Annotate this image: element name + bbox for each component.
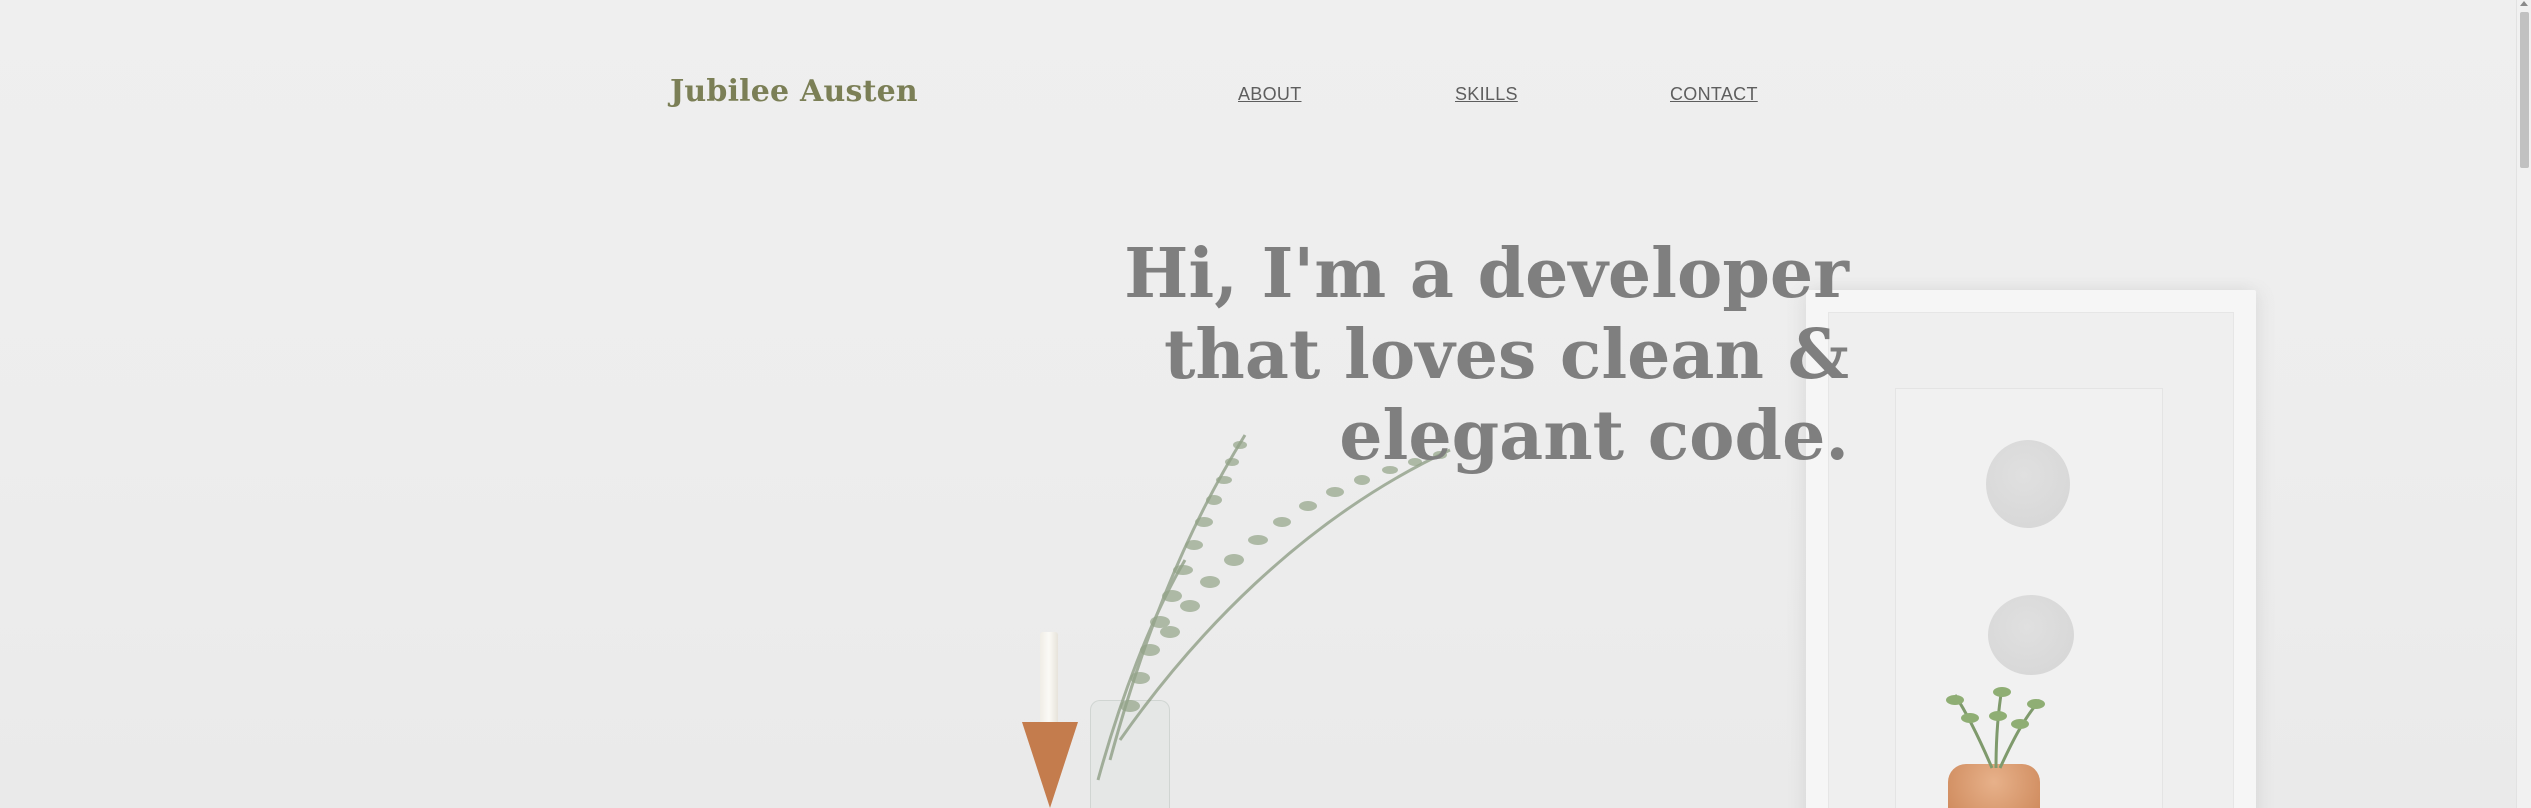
site-logo[interactable]: Jubilee Austen — [670, 74, 918, 109]
nav-link-contact[interactable]: CONTACT — [1670, 84, 1758, 105]
page: Jubilee Austen ABOUT SKILLS CONTACT Hi, … — [0, 0, 2531, 808]
hero-line: Hi, I'm a developer — [1124, 233, 1849, 314]
scroll-up-arrow-icon[interactable] — [2520, 1, 2528, 6]
glass-vase — [1090, 700, 1170, 808]
candle — [1040, 632, 1058, 722]
nav-link-about[interactable]: ABOUT — [1238, 84, 1302, 105]
scrollbar-thumb[interactable] — [2520, 12, 2529, 168]
candle-holder — [1022, 722, 1078, 808]
copper-pot — [1948, 764, 2040, 808]
vertical-scrollbar[interactable] — [2516, 0, 2531, 808]
hero-line: elegant code. — [1339, 395, 1849, 476]
hero-line: that loves clean & — [1164, 314, 1849, 395]
nav-link-skills[interactable]: SKILLS — [1455, 84, 1518, 105]
art-circle-top — [1986, 440, 2070, 528]
hero-heading: Hi, I'm a developer that loves clean & e… — [1089, 234, 1849, 477]
art-circle-bottom — [1988, 595, 2074, 675]
